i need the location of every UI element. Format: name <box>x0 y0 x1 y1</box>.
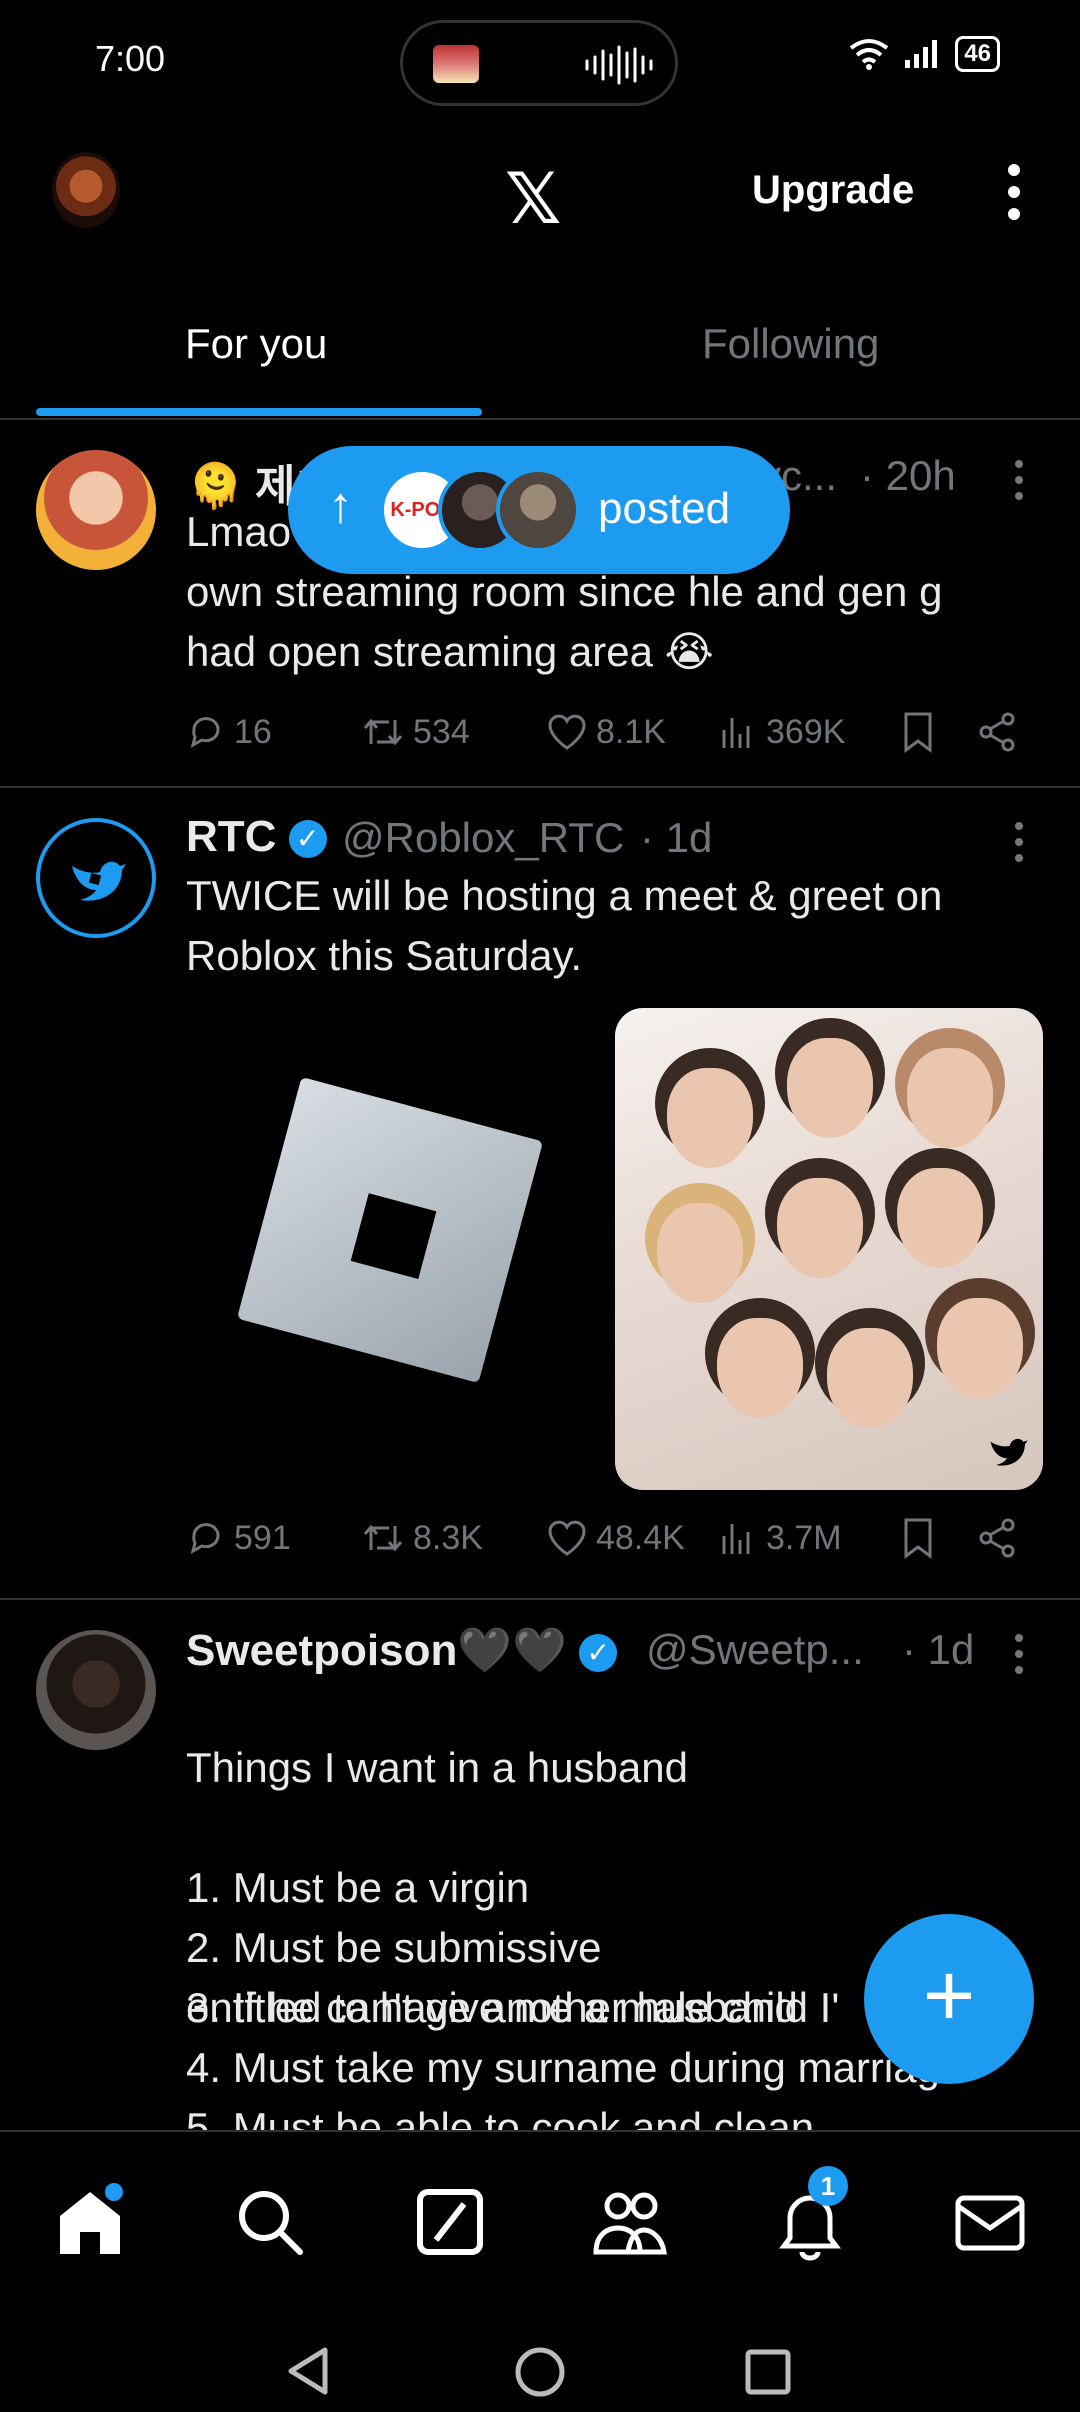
wifi-icon <box>850 39 889 70</box>
tweet-handle[interactable]: @Roblox_RTC <box>342 814 624 862</box>
arrow-up-icon: ↑ <box>328 477 353 533</box>
tweet-more-icon[interactable] <box>1008 1630 1030 1678</box>
views-button[interactable]: 369K <box>718 712 898 752</box>
like-button[interactable]: 48.4K <box>546 1518 718 1558</box>
like-button[interactable]: 8.1K <box>546 712 718 752</box>
watermark-bird-icon <box>990 1438 1028 1466</box>
views-button[interactable]: 3.7M <box>718 1518 898 1558</box>
bottom-navigation <box>0 2130 1080 2304</box>
tweet-time: · 20h <box>860 452 956 499</box>
share-icon[interactable] <box>976 711 1018 753</box>
tweet-avatar[interactable] <box>36 818 156 938</box>
tab-following[interactable]: Following <box>702 320 879 368</box>
communities-icon[interactable] <box>590 2182 670 2262</box>
pill-avatar-3 <box>496 468 580 552</box>
tweet-item[interactable]: RTC ✓ @Roblox_RTC · 1d TWICE will be hos… <box>0 788 1080 1598</box>
status-time: 7:00 <box>95 38 166 79</box>
recents-icon[interactable] <box>744 2348 792 2396</box>
profile-avatar[interactable] <box>52 152 120 228</box>
tab-active-indicator <box>36 408 482 416</box>
verified-badge-icon: ✓ <box>579 1634 618 1673</box>
tweet-text: TWICE will be hosting a meet & greet on … <box>186 872 943 979</box>
views-icon <box>722 718 750 748</box>
more-options-icon[interactable] <box>1000 160 1028 224</box>
status-icons: 46 <box>847 36 1000 72</box>
signal-icon <box>905 40 938 68</box>
retweet-icon <box>363 718 403 746</box>
compose-post-button[interactable]: + <box>864 1914 1034 2084</box>
search-icon[interactable] <box>230 2182 310 2262</box>
new-posts-pill[interactable]: ↑ K-POP posted <box>288 446 790 574</box>
tweet-text-line: 5. Must be able to cook and clean <box>186 2104 815 2130</box>
bookmark-icon[interactable] <box>898 1516 938 1560</box>
dynamic-island[interactable] <box>400 20 678 106</box>
reply-button[interactable]: 591 <box>186 1518 361 1558</box>
media-thumbnail <box>433 45 479 83</box>
status-bar: 7:00 46 <box>0 0 1080 120</box>
heart-icon <box>548 714 586 750</box>
posted-label: posted <box>598 484 731 533</box>
tab-for-you[interactable]: For you <box>185 320 327 368</box>
notifications-badge: 1 <box>808 2166 848 2206</box>
home-circle-icon[interactable] <box>514 2346 566 2398</box>
system-navigation-bar <box>0 2302 1080 2412</box>
tweet-author-name[interactable]: Sweetpoison🖤🖤 ✓ <box>186 1624 618 1676</box>
tweet-avatar[interactable] <box>36 1630 156 1750</box>
tweet-handle[interactable]: @Sweetp... <box>646 1626 864 1674</box>
group-photo-image[interactable] <box>615 1008 1043 1490</box>
tweet-actions: 16 534 8.1K 369K <box>186 710 1036 754</box>
tweet-more-icon[interactable] <box>1008 456 1030 504</box>
bookmark-icon[interactable] <box>898 710 938 754</box>
views-icon <box>722 1524 750 1554</box>
tweet-time: · 1d <box>902 1626 975 1673</box>
retweet-button[interactable]: 8.3K <box>361 1518 546 1558</box>
upgrade-button[interactable]: Upgrade <box>752 168 914 213</box>
roblox-logo-image[interactable] <box>236 1076 544 1384</box>
retweet-icon <box>363 1524 403 1552</box>
tweet-more-icon[interactable] <box>1008 818 1030 866</box>
heart-icon <box>548 1520 586 1556</box>
x-logo[interactable]: 𝕏 <box>505 158 561 240</box>
tweet-time: · 1d <box>640 814 713 861</box>
retweet-button[interactable]: 534 <box>361 712 546 752</box>
bird-icon <box>72 861 126 901</box>
tweet-avatar[interactable] <box>36 450 156 570</box>
messages-icon[interactable] <box>950 2182 1030 2262</box>
share-icon[interactable] <box>976 1517 1018 1559</box>
battery-indicator: 46 <box>955 36 1000 72</box>
home-icon[interactable] <box>50 2182 130 2262</box>
tweet-actions: 591 8.3K 48.4K 3.7M <box>186 1516 1036 1560</box>
verified-badge-icon: ✓ <box>288 820 327 859</box>
roblox-logo-hole <box>350 1193 437 1279</box>
reply-icon <box>190 717 220 748</box>
audio-wave-icon <box>585 45 653 85</box>
reply-icon <box>190 1523 220 1554</box>
back-icon[interactable] <box>285 2346 331 2396</box>
tweet-author-name[interactable]: RTC ✓ <box>186 812 327 862</box>
grok-icon[interactable] <box>410 2182 490 2262</box>
reply-button[interactable]: 16 <box>186 712 361 752</box>
